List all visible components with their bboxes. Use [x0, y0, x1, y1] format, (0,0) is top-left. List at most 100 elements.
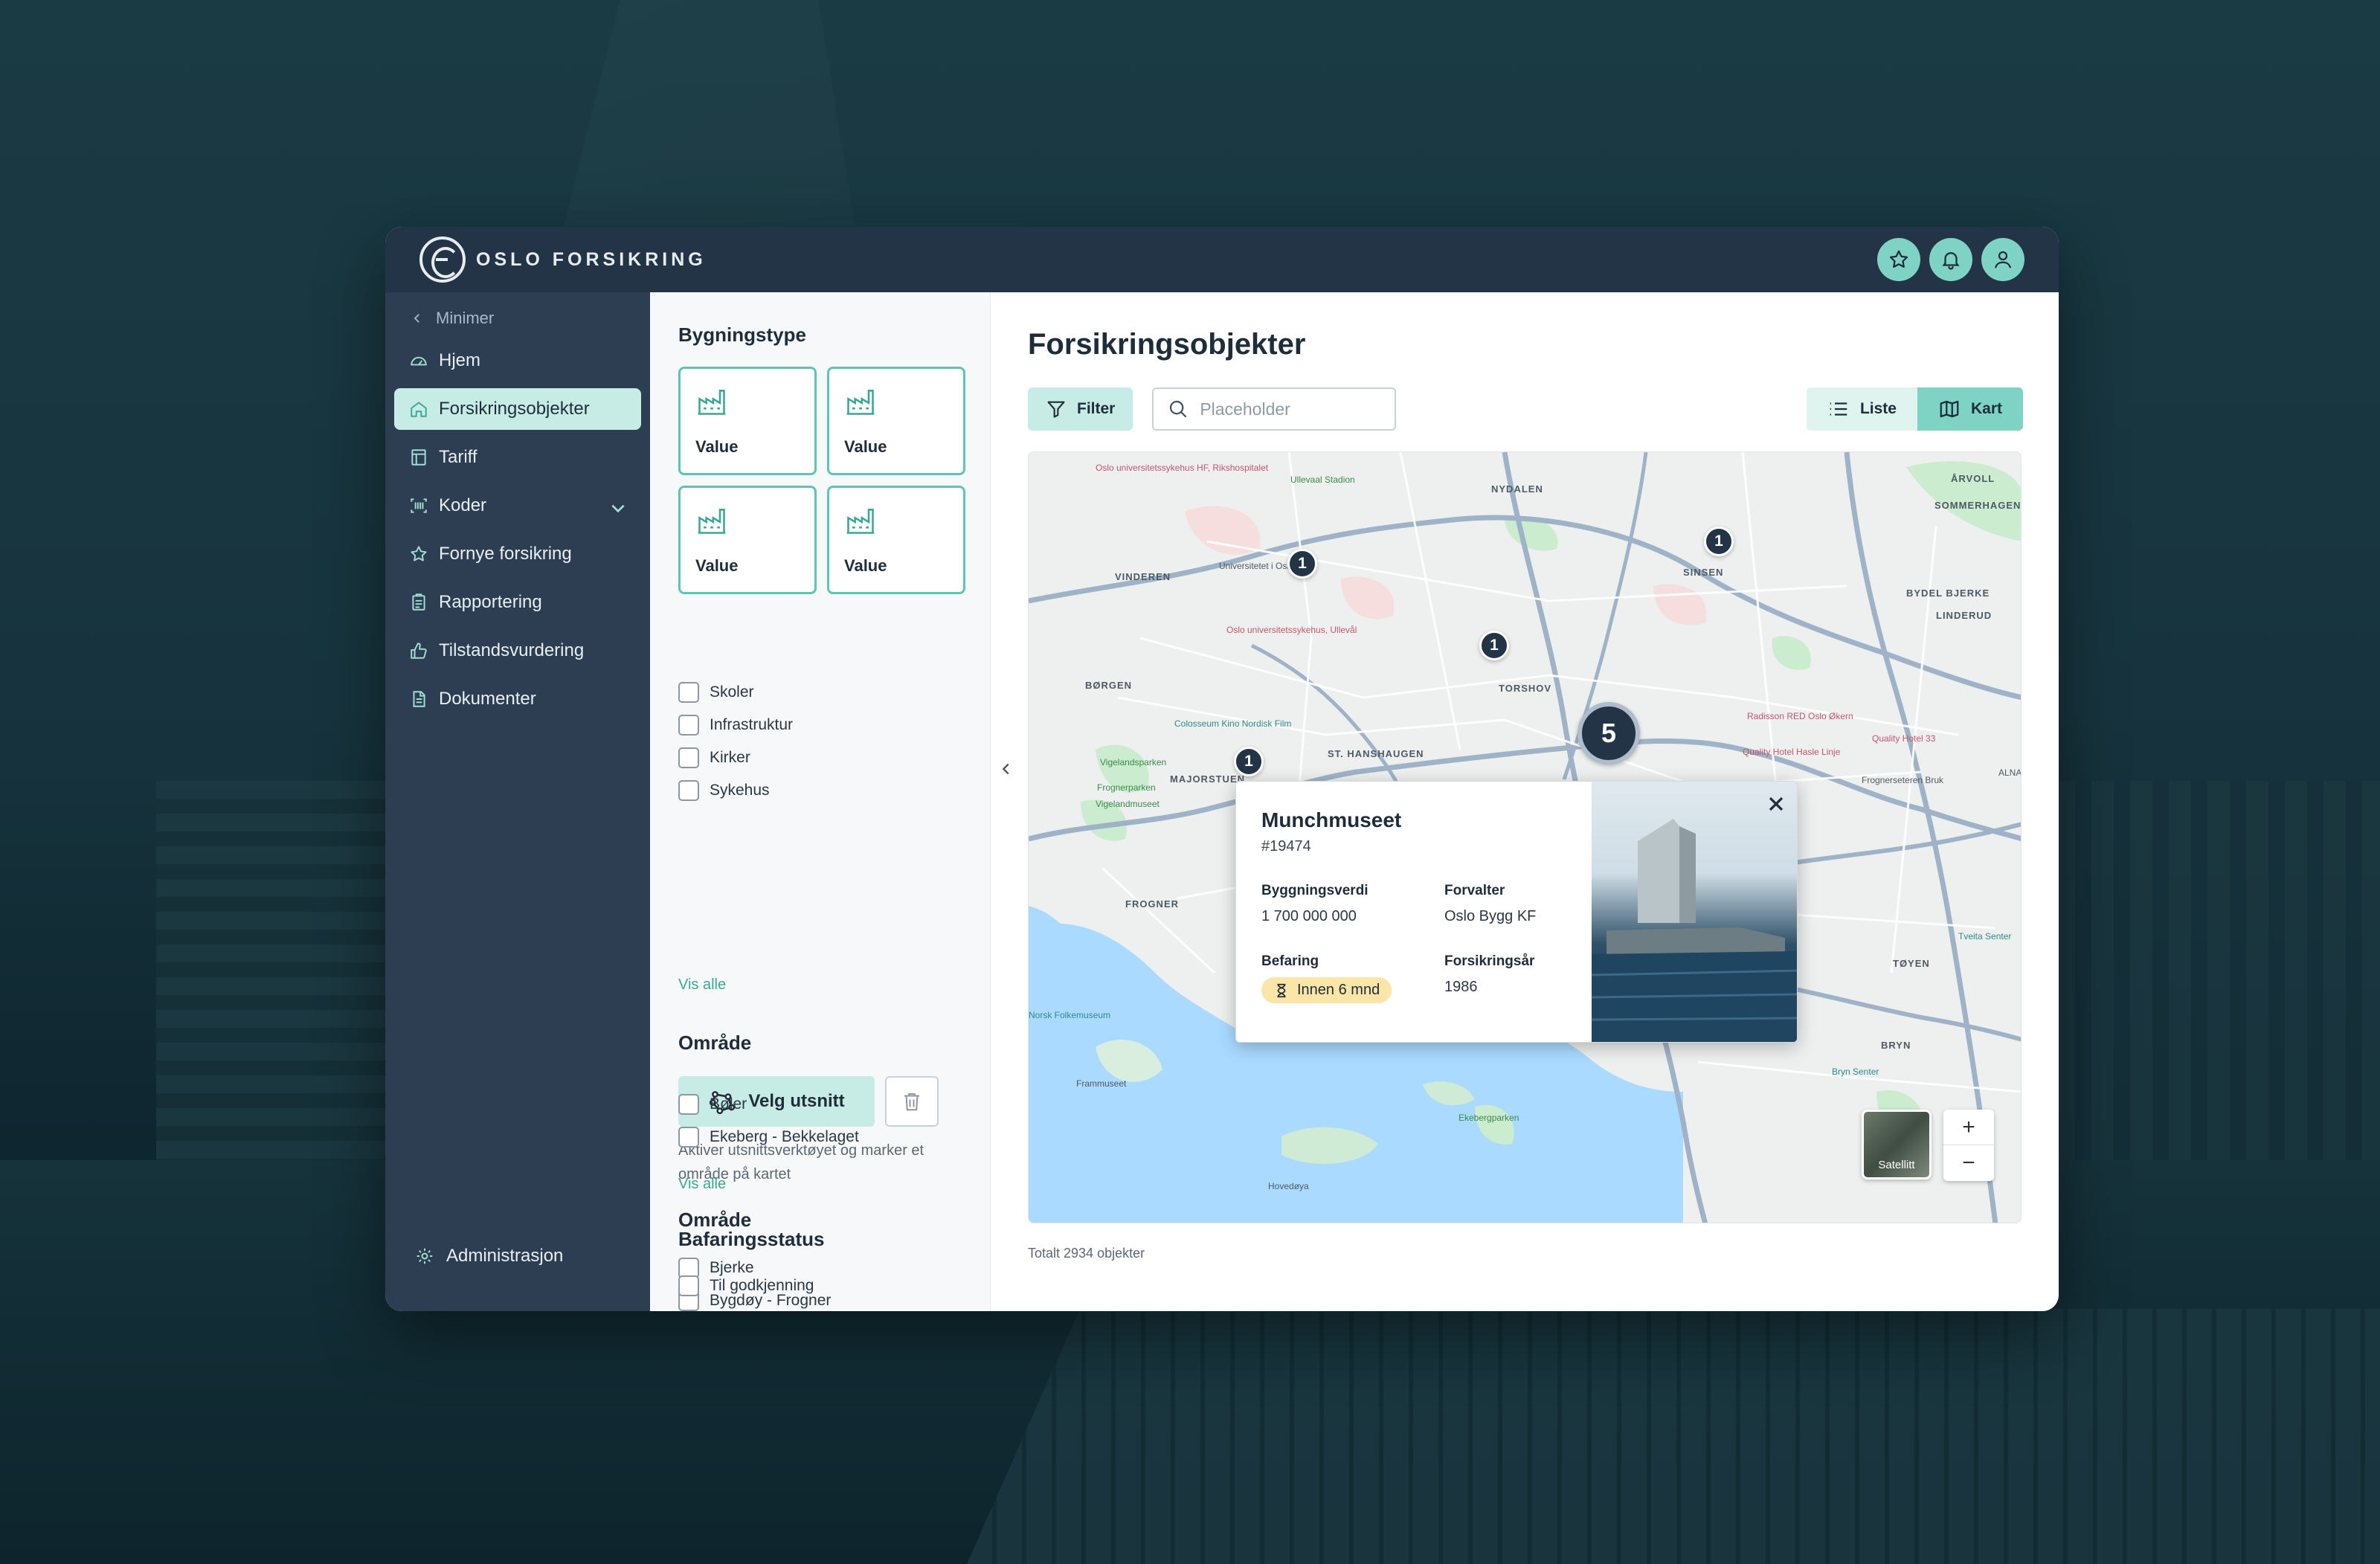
chevron-down-icon[interactable]	[608, 498, 628, 518]
filter-button-label: Filter	[1077, 400, 1116, 417]
list-view-button[interactable]: Liste	[1806, 387, 1917, 431]
show-all-building-types-link[interactable]: Vis alle	[678, 976, 726, 994]
home-icon	[411, 402, 427, 417]
sidebar-item-forsikringsobjekter[interactable]: Forsikringsobjekter	[394, 388, 641, 430]
building-type-card-label: Value	[695, 556, 739, 575]
map-icon	[1940, 400, 1959, 418]
map-cluster-pin[interactable]: 1	[1287, 549, 1317, 579]
map-view[interactable]: NYDALEN ÅRVOLL SINSEN VINDEREN BYDEL BJE…	[1028, 451, 2022, 1223]
building-type-card[interactable]: Value	[678, 486, 817, 594]
map-poi-label: Quality Hotel 33	[1872, 733, 1936, 744]
sidebar-item-label: Rapportering	[439, 592, 542, 612]
insurance-year-value: 1986	[1444, 979, 1478, 995]
checkbox-kirker[interactable]: Kirker	[678, 741, 793, 774]
list-view-label: Liste	[1859, 400, 1897, 417]
filter-icon	[1047, 401, 1065, 418]
checkbox[interactable]	[678, 682, 699, 703]
map-district-label: BRYN	[1881, 1040, 1911, 1051]
building-type-card[interactable]: Value	[827, 367, 965, 475]
checkbox-bjerke[interactable]: Bjerke	[678, 1252, 831, 1284]
search-field[interactable]	[1152, 387, 1397, 431]
notifications-button[interactable]	[1929, 238, 1972, 281]
building-type-card[interactable]: Value	[678, 367, 817, 475]
sidebar-item-tilstandsvurdering[interactable]: Tilstandsvurdering	[394, 630, 641, 672]
map-district-label: NYDALEN	[1491, 483, 1543, 495]
total-objects-count: Totalt 2934 objekter	[1028, 1246, 1145, 1261]
sidebar-item-label: Hjem	[439, 350, 481, 370]
checkbox-sykehus[interactable]: Sykehus	[678, 774, 793, 807]
thumbs-up-icon	[411, 643, 427, 659]
map-cluster-pin[interactable]: 1	[1479, 631, 1509, 660]
close-icon[interactable]	[1764, 792, 1788, 816]
document-icon	[413, 691, 425, 707]
object-id: #19474	[1261, 838, 1311, 855]
building-type-card[interactable]: Value	[827, 486, 965, 594]
logo-icon	[419, 236, 466, 283]
search-input[interactable]	[1200, 399, 1394, 419]
sidebar-item-hjem[interactable]: Hjem	[394, 340, 641, 382]
checkbox-label: Bjerke	[710, 1259, 754, 1276]
factory-icon	[698, 509, 726, 534]
checkbox[interactable]	[678, 1258, 699, 1278]
checkbox[interactable]	[678, 747, 699, 768]
select-area-button[interactable]: Velg utsnitt	[678, 1076, 875, 1127]
checkbox[interactable]	[678, 715, 699, 736]
checkbox-infrastruktur[interactable]: Infrastruktur	[678, 709, 793, 741]
building-type-card-label: Value	[844, 437, 887, 456]
map-district-label: ÅRVOLL	[1951, 473, 1995, 484]
manager-label: Forvalter	[1444, 883, 1505, 898]
map-cluster-pin[interactable]: 1	[1704, 527, 1734, 556]
profile-button[interactable]	[1981, 238, 2024, 281]
star-icon	[411, 546, 427, 561]
table-icon	[411, 449, 426, 466]
favorites-button[interactable]	[1877, 238, 1920, 281]
minimize-sidebar-button[interactable]: Minimer	[411, 309, 494, 328]
clipboard-icon	[412, 593, 425, 611]
map-district-label: TØYEN	[1893, 958, 1930, 969]
checkbox-bygdoy-frogner[interactable]: Bygdøy - Frogner	[678, 1284, 831, 1311]
map-district-label: VINDEREN	[1115, 571, 1171, 582]
bell-icon	[1942, 252, 1960, 270]
satellite-toggle-button[interactable]: Satellitt	[1862, 1110, 1932, 1180]
sidebar-item-tariff[interactable]: Tariff	[394, 437, 641, 478]
filter-button[interactable]: Filter	[1028, 387, 1133, 431]
checkbox[interactable]	[678, 1290, 699, 1311]
map-poi-label: Frognerparken	[1097, 782, 1156, 793]
zoom-out-button[interactable]: −	[1943, 1145, 1994, 1181]
insurance-year-label: Forsikringsår	[1444, 953, 1535, 969]
sidebar-item-label: Forsikringsobjekter	[439, 399, 590, 419]
object-info: Munchmuseet #19474 Byggningsverdi 1 700 …	[1236, 782, 1592, 1042]
checkbox-label: Kirker	[710, 749, 750, 766]
sidebar-item-fornye-forsikring[interactable]: Fornye forsikring	[394, 533, 641, 575]
checkbox[interactable]	[678, 780, 699, 801]
map-poi-label: Quality Hotel Hasle Linje	[1743, 747, 1841, 757]
manager-field: Forvalter Oslo Bygg KF	[1444, 883, 1574, 925]
minimize-label: Minimer	[436, 309, 495, 327]
checkbox-label: Bygdøy - Frogner	[710, 1292, 832, 1309]
sidebar-item-dokumenter[interactable]: Dokumenter	[394, 678, 641, 720]
sidebar-item-administrasjon[interactable]: Administrasjon	[415, 1246, 563, 1267]
map-cluster-pin[interactable]: 1	[1234, 747, 1264, 776]
checkbox-skoler[interactable]: Skoler	[678, 676, 793, 709]
sidebar-nav: Hjem Forsikringsobjekter Tariff Koder Fo…	[394, 340, 641, 727]
zoom-in-button[interactable]: +	[1943, 1110, 1994, 1145]
manager-value: Oslo Bygg KF	[1444, 908, 1537, 924]
map-poi-label: Norsk Folkemuseum	[1029, 1010, 1111, 1020]
inspection-field: Befaring Innen 6 mnd	[1261, 953, 1444, 1003]
sidebar: Minimer Hjem Forsikringsobjekter Tariff …	[385, 292, 650, 1311]
sidebar-item-rapportering[interactable]: Rapportering	[394, 582, 641, 623]
map-view-button[interactable]: Kart	[1917, 387, 2023, 431]
map-poi-label: Ullevaal Stadion	[1290, 474, 1355, 485]
factory-icon	[698, 390, 726, 415]
factory-icon	[846, 390, 875, 415]
map-district-label: SOMMERHAGEN	[1934, 500, 2022, 511]
top-bar: OSLO FORSIKRING	[385, 227, 2059, 292]
sidebar-item-koder[interactable]: Koder	[394, 485, 641, 527]
building-type-options: Skoler Infrastruktur Kirker Sykehus	[678, 676, 793, 807]
clear-area-button[interactable]	[885, 1076, 939, 1127]
object-popup-card: Munchmuseet #19474 Byggningsverdi 1 700 …	[1235, 781, 1798, 1043]
collapse-filters-icon[interactable]	[998, 761, 1014, 777]
map-cluster-pin[interactable]: 5	[1577, 702, 1640, 765]
sidebar-item-label: Fornye forsikring	[439, 544, 572, 564]
brand-logo[interactable]: OSLO FORSIKRING	[419, 236, 707, 283]
